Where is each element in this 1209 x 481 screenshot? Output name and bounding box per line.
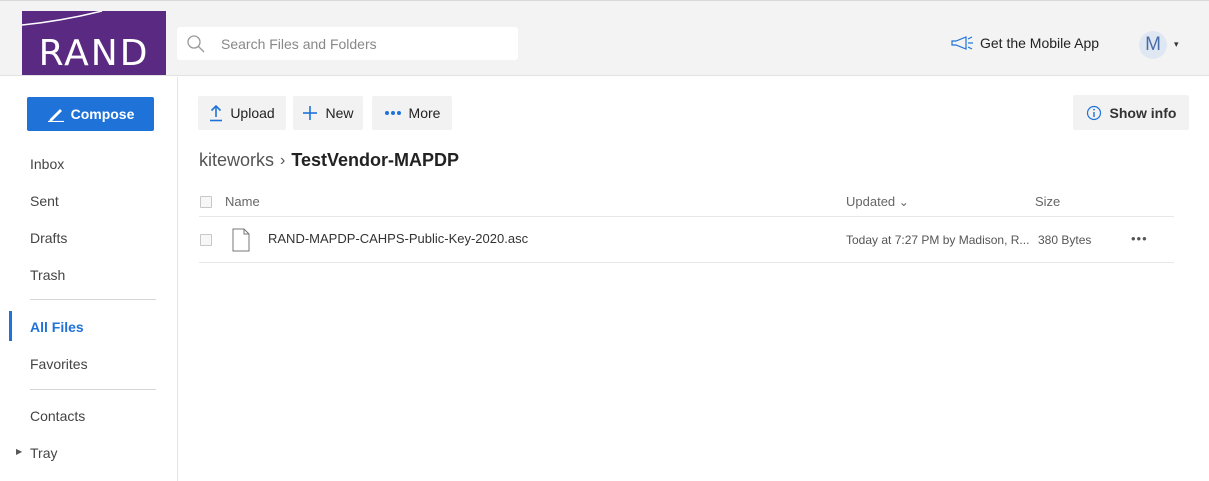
column-header-name[interactable]: Name [225,194,260,209]
new-button[interactable]: New [293,96,363,130]
more-button[interactable]: More [372,96,452,130]
sort-chevron-icon: ⌄ [898,195,909,209]
row-actions-menu-icon[interactable]: ••• [1131,231,1148,246]
sidebar-item-tray[interactable]: Tray [30,445,57,461]
sidebar-item-contacts[interactable]: Contacts [30,408,85,424]
top-bar: RAND Get the Mobile App M ▾ [0,0,1209,76]
mobile-app-label: Get the Mobile App [980,35,1100,51]
caret-down-icon[interactable]: ▾ [1174,39,1179,50]
file-updated: Today at 7:27 PM by Madison, R... [846,233,1030,247]
table-divider [199,262,1174,263]
sidebar-item-inbox[interactable]: Inbox [30,156,64,172]
rand-logo[interactable]: RAND [22,11,166,75]
show-info-button[interactable]: Show info [1073,95,1189,130]
sidebar-item-all-files[interactable]: All Files [30,319,84,335]
breadcrumb-root[interactable]: kiteworks [199,150,274,171]
upload-icon [210,104,223,122]
more-label: More [408,105,441,121]
column-header-updated-label: Updated [846,194,896,209]
sidebar-item-sent[interactable]: Sent [30,193,59,209]
breadcrumb: kiteworks › TestVendor-MAPDP [199,150,459,171]
breadcrumb-current: TestVendor-MAPDP [291,150,460,170]
file-size: 380 Bytes [1038,233,1092,247]
upload-button[interactable]: Upload [198,96,286,130]
active-indicator [9,311,12,341]
pencil-icon [47,109,64,122]
column-header-updated[interactable]: Updated ⌄ [846,194,909,209]
search-input[interactable] [221,31,501,56]
search-icon [187,35,205,53]
megaphone-icon [951,36,973,50]
show-info-label: Show info [1109,104,1177,121]
sidebar-divider [30,299,156,300]
select-all-checkbox[interactable] [200,196,212,208]
get-mobile-app-link[interactable]: Get the Mobile App [950,35,1099,51]
column-header-size[interactable]: Size [1035,194,1060,209]
more-dots-icon [384,111,401,115]
upload-label: Upload [230,105,275,121]
row-checkbox[interactable] [200,234,212,246]
file-icon [232,228,250,252]
compose-label: Compose [70,106,135,122]
breadcrumb-separator: › [280,151,286,169]
new-label: New [325,105,354,121]
expand-triangle-icon[interactable]: ▶ [16,447,22,456]
sidebar-item-trash[interactable]: Trash [30,267,65,283]
logo-text: RAND [38,33,150,74]
sidebar-item-drafts[interactable]: Drafts [30,230,67,246]
compose-button[interactable]: Compose [27,97,154,131]
search-box[interactable] [177,27,518,60]
sidebar-item-favorites[interactable]: Favorites [30,356,88,372]
plus-icon [303,106,318,120]
info-icon [1086,105,1101,120]
avatar[interactable]: M [1139,31,1167,59]
file-name-link[interactable]: RAND-MAPDP-CAHPS-Public-Key-2020.asc [268,231,528,246]
sidebar-divider [30,389,156,390]
sidebar: Compose Inbox Sent Drafts Trash All File… [0,77,178,481]
table-divider [199,216,1174,217]
